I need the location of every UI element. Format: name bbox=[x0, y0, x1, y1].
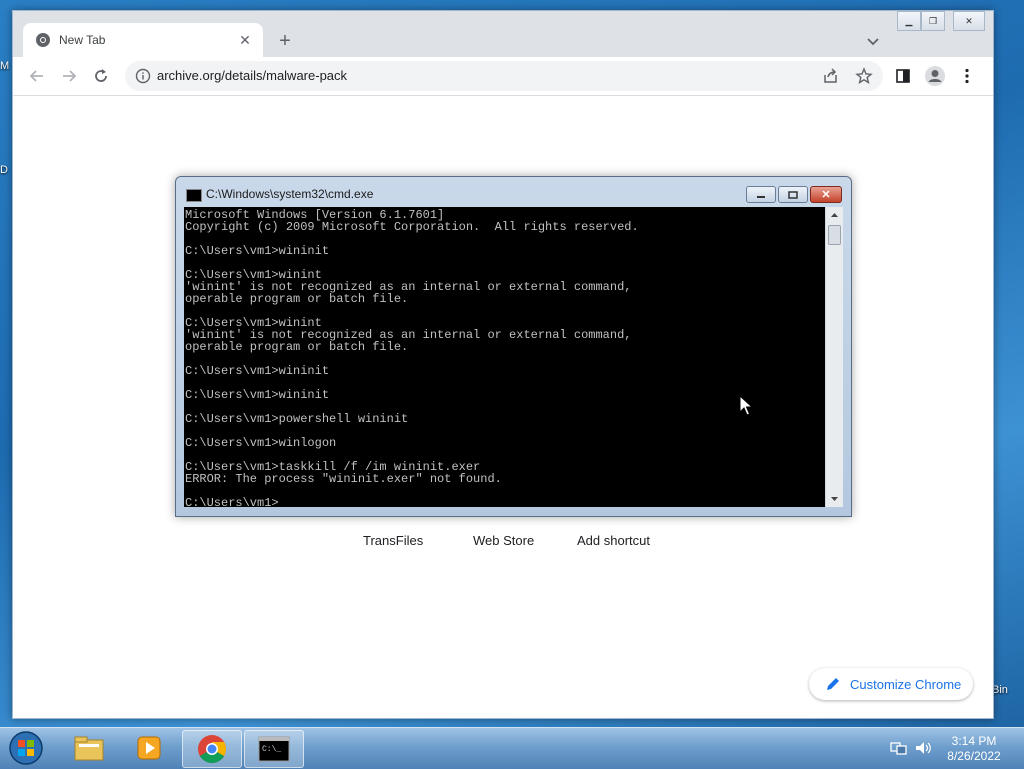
mouse-cursor-icon bbox=[739, 395, 753, 416]
desktop-label-recycle-bin[interactable]: Bin bbox=[992, 684, 1008, 696]
restore-icon: ❐ bbox=[928, 15, 938, 26]
svg-text:C:\_: C:\_ bbox=[262, 745, 281, 754]
avatar-icon bbox=[925, 66, 945, 86]
share-button[interactable] bbox=[821, 66, 841, 86]
cmd-window-icon bbox=[186, 189, 202, 202]
url-text[interactable]: archive.org/details/malware-pack bbox=[157, 68, 347, 83]
scroll-up-icon[interactable] bbox=[826, 209, 843, 221]
maximize-icon bbox=[788, 190, 798, 199]
address-bar[interactable]: archive.org/details/malware-pack bbox=[125, 61, 883, 91]
shortcut-add-shortcut[interactable]: Add shortcut bbox=[577, 533, 650, 548]
menu-button[interactable] bbox=[955, 64, 979, 88]
chrome-favicon-icon bbox=[36, 33, 50, 47]
folder-icon bbox=[74, 736, 104, 761]
desktop-label-2: D bbox=[0, 164, 8, 176]
side-panel-button[interactable] bbox=[891, 64, 915, 88]
cmd-minimize-button[interactable] bbox=[746, 186, 776, 203]
shortcut-web-store[interactable]: Web Store bbox=[473, 533, 534, 548]
customize-chrome-label: Customize Chrome bbox=[850, 676, 962, 692]
cmd-scroll-thumb[interactable] bbox=[828, 225, 841, 245]
scroll-down-icon[interactable] bbox=[826, 493, 843, 505]
pencil-icon bbox=[827, 678, 839, 690]
profile-button[interactable] bbox=[923, 64, 947, 88]
cmd-close-button[interactable]: ✕ bbox=[810, 186, 842, 203]
minimize-button[interactable]: ▁ bbox=[897, 11, 921, 31]
taskbar-media-player[interactable] bbox=[120, 730, 178, 766]
volume-icon[interactable] bbox=[914, 740, 932, 756]
taskbar-clock[interactable]: 3:14 PM 8/26/2022 bbox=[936, 734, 1012, 764]
tab-new-tab[interactable]: New Tab ✕ bbox=[23, 23, 263, 57]
site-info-icon[interactable] bbox=[135, 68, 151, 84]
chrome-icon bbox=[198, 735, 226, 763]
close-icon: ✕ bbox=[821, 189, 831, 201]
side-panel-icon bbox=[896, 69, 910, 83]
shortcut-transfiles[interactable]: TransFiles bbox=[363, 533, 423, 548]
cmd-window: C:\Windows\system32\cmd.exe ✕ Microsoft … bbox=[175, 176, 852, 517]
taskbar-chrome[interactable] bbox=[182, 730, 242, 768]
share-icon bbox=[824, 68, 837, 83]
cmd-scrollbar[interactable] bbox=[825, 207, 843, 507]
more-vert-icon bbox=[965, 68, 969, 84]
forward-arrow-icon bbox=[63, 70, 77, 82]
clock-time: 3:14 PM bbox=[951, 734, 997, 748]
reload-button[interactable] bbox=[89, 64, 113, 88]
taskbar: C:\_ 3:14 PM 8/26/2022 bbox=[0, 727, 1024, 769]
customize-chrome-button[interactable]: Customize Chrome bbox=[809, 668, 973, 700]
back-arrow-icon bbox=[29, 70, 43, 82]
taskbar-file-explorer[interactable] bbox=[60, 730, 118, 766]
new-tab-button[interactable]: + bbox=[273, 29, 297, 53]
start-orb-icon[interactable] bbox=[6, 730, 46, 766]
clock-date: 8/26/2022 bbox=[947, 749, 1001, 763]
tab-title: New Tab bbox=[59, 33, 106, 47]
taskbar-cmd[interactable]: C:\_ bbox=[244, 730, 304, 768]
tab-search-icon[interactable] bbox=[863, 31, 883, 51]
cmd-console[interactable]: Microsoft Windows [Version 6.1.7601] Cop… bbox=[184, 207, 825, 507]
media-player-icon bbox=[137, 736, 161, 760]
minimize-icon: ▁ bbox=[905, 15, 913, 26]
tab-close-icon[interactable]: ✕ bbox=[235, 30, 255, 50]
reload-icon bbox=[95, 69, 107, 82]
cmd-output-text: Microsoft Windows [Version 6.1.7601] Cop… bbox=[185, 208, 639, 507]
desktop-label-1: M bbox=[0, 60, 10, 72]
bookmark-button[interactable] bbox=[854, 66, 874, 86]
forward-button[interactable] bbox=[57, 64, 81, 88]
close-button[interactable]: ✕ bbox=[953, 11, 985, 31]
close-icon: ✕ bbox=[965, 15, 973, 26]
cmd-maximize-button[interactable] bbox=[778, 186, 808, 203]
cmd-window-title: C:\Windows\system32\cmd.exe bbox=[206, 187, 374, 201]
network-icon[interactable] bbox=[890, 740, 908, 756]
restore-button[interactable]: ❐ bbox=[921, 11, 945, 31]
back-button[interactable] bbox=[25, 64, 49, 88]
star-icon bbox=[855, 67, 873, 84]
tab-strip: New Tab ✕ + ▁ ❐ ✕ bbox=[13, 11, 993, 57]
minimize-icon bbox=[757, 195, 765, 198]
cmd-icon: C:\_ bbox=[258, 736, 290, 762]
browser-toolbar: archive.org/details/malware-pack bbox=[13, 57, 993, 96]
